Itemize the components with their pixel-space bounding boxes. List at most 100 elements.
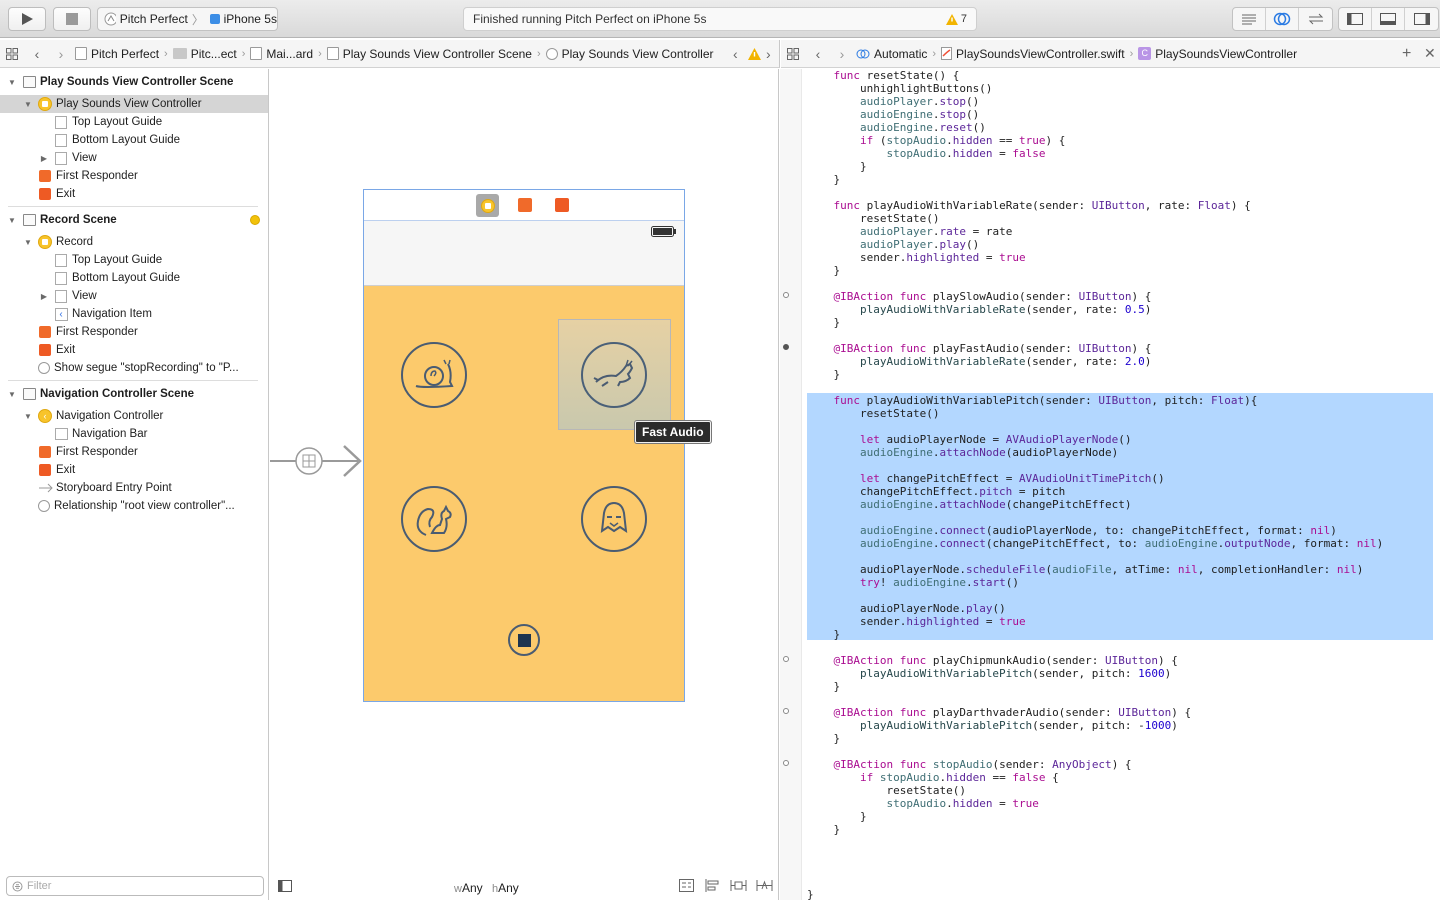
code-line[interactable]: audioPlayerNode.play() — [807, 602, 1439, 615]
embed-in-stack-icon[interactable] — [679, 879, 694, 892]
code-line[interactable]: } — [807, 160, 1439, 173]
code-line[interactable] — [807, 459, 1439, 472]
warning-icon[interactable] — [748, 48, 761, 60]
breadcrumb-project[interactable]: Pitch Perfect — [72, 47, 162, 61]
code-line[interactable]: resetState() — [807, 784, 1439, 797]
filter-field[interactable]: Filter — [6, 876, 264, 896]
code-line[interactable]: } — [807, 628, 1439, 641]
breadcrumb-swift-file[interactable]: PlaySoundsViewController.swift — [938, 47, 1128, 61]
code-line[interactable]: } — [807, 264, 1439, 277]
outline-row-item[interactable]: Relationship "root view controller"... — [0, 497, 268, 515]
storyboard-canvas[interactable]: wAny hAny — [270, 69, 779, 900]
outline-row-item[interactable]: First Responder — [0, 167, 268, 185]
code-line[interactable] — [807, 589, 1439, 602]
code-line[interactable]: changePitchEffect.pitch = pitch — [807, 485, 1439, 498]
code-line[interactable] — [807, 550, 1439, 563]
disclosure-triangle-icon[interactable]: ▼ — [23, 412, 33, 421]
forward-button[interactable]: › — [50, 46, 72, 62]
outline-row-scene[interactable]: ▼ Play Sounds View Controller Scene — [0, 73, 268, 91]
darthvader-audio-button[interactable] — [581, 486, 647, 552]
code-line[interactable]: audioPlayer.rate = rate — [807, 225, 1439, 238]
stop-audio-button[interactable] — [508, 624, 540, 656]
outline-row-item[interactable]: Show segue "stopRecording" to "P... — [0, 359, 268, 377]
outline-row-item[interactable]: Exit — [0, 341, 268, 359]
code-line[interactable]: sender.highlighted = true — [807, 251, 1439, 264]
view-controller-icon[interactable] — [476, 194, 499, 217]
code-line[interactable]: audioEngine.attachNode(changePitchEffect… — [807, 498, 1439, 511]
code-line[interactable]: } — [807, 368, 1439, 381]
code-line[interactable]: audioEngine.connect(changePitchEffect, t… — [807, 537, 1439, 550]
breadcrumb-automatic[interactable]: Automatic — [853, 47, 930, 61]
code-line[interactable]: playAudioWithVariablePitch(sender, pitch… — [807, 719, 1439, 732]
scheme-selector[interactable]: Pitch Perfect 〉 iPhone 5s — [97, 7, 278, 31]
disclosure-triangle-icon[interactable]: ▶ — [39, 292, 49, 301]
code-line[interactable] — [807, 420, 1439, 433]
code-line[interactable]: } — [807, 823, 1439, 836]
code-line[interactable]: audioEngine.reset() — [807, 121, 1439, 134]
code-line[interactable] — [807, 862, 1439, 875]
disclosure-triangle-icon[interactable]: ▼ — [23, 100, 33, 109]
source-code[interactable]: func resetState() { unhighlightButtons()… — [807, 69, 1439, 901]
size-class-control[interactable]: wAny hAny — [454, 881, 519, 895]
outline-row-controller[interactable]: ▼ Record — [0, 233, 268, 251]
version-editor-button[interactable] — [1299, 8, 1332, 30]
code-line[interactable]: } — [807, 888, 1439, 901]
breadcrumb-controller[interactable]: Play Sounds View Controller — [543, 47, 717, 61]
code-line[interactable]: resetState() — [807, 212, 1439, 225]
first-responder-icon[interactable] — [518, 198, 532, 212]
code-line[interactable] — [807, 186, 1439, 199]
add-editor-button[interactable]: + — [1402, 45, 1411, 63]
entry-point-arrow[interactable] — [270, 444, 365, 480]
ibaction-connection-icon[interactable] — [783, 656, 789, 662]
code-line[interactable]: playAudioWithVariableRate(sender, rate: … — [807, 303, 1439, 316]
code-line[interactable]: func resetState() { — [807, 69, 1439, 82]
code-line[interactable]: } — [807, 173, 1439, 186]
code-line[interactable]: } — [807, 680, 1439, 693]
code-line[interactable]: playAudioWithVariableRate(sender, rate: … — [807, 355, 1439, 368]
code-line[interactable]: let audioPlayerNode = AVAudioPlayerNode(… — [807, 433, 1439, 446]
ibaction-connection-icon[interactable] — [783, 760, 789, 766]
pin-icon[interactable] — [730, 879, 747, 892]
standard-editor-button[interactable] — [1233, 8, 1266, 30]
outline-row-controller[interactable]: ▼ Play Sounds View Controller — [0, 95, 268, 113]
related-items-button[interactable] — [0, 47, 24, 60]
outline-row-item[interactable]: First Responder — [0, 443, 268, 461]
disclosure-triangle-icon[interactable]: ▼ — [7, 216, 17, 225]
outline-row-item[interactable]: Bottom Layout Guide — [0, 131, 268, 149]
toggle-navigator-button[interactable] — [1339, 8, 1372, 30]
code-line[interactable] — [807, 641, 1439, 654]
forward-button[interactable]: › — [831, 46, 853, 62]
ibaction-connection-icon[interactable] — [783, 708, 789, 714]
code-line[interactable]: unhighlightButtons() — [807, 82, 1439, 95]
outline-row-item[interactable]: Storyboard Entry Point — [0, 479, 268, 497]
code-line[interactable]: audioPlayer.stop() — [807, 95, 1439, 108]
code-line[interactable]: @IBAction func playDarthvaderAudio(sende… — [807, 706, 1439, 719]
stop-button[interactable] — [53, 7, 91, 31]
issue-forward-button[interactable]: › — [766, 46, 771, 62]
outline-row-scene[interactable]: ▼ Record Scene — [0, 211, 268, 229]
assistant-editor-button[interactable] — [1266, 8, 1299, 30]
run-button[interactable] — [8, 7, 46, 31]
code-line[interactable] — [807, 836, 1439, 849]
code-line[interactable] — [807, 381, 1439, 394]
code-line[interactable]: stopAudio.hidden = true — [807, 797, 1439, 810]
warning-indicator[interactable]: 7 — [945, 13, 967, 25]
breadcrumb-storyboard[interactable]: Mai...ard — [247, 47, 316, 61]
code-line[interactable]: try! audioEngine.start() — [807, 576, 1439, 589]
disclosure-triangle-icon[interactable]: ▶ — [39, 154, 49, 163]
code-line[interactable] — [807, 849, 1439, 862]
ibaction-connection-icon[interactable] — [783, 292, 789, 298]
ibaction-connection-icon[interactable] — [783, 344, 789, 350]
outline-row-item[interactable]: Bottom Layout Guide — [0, 269, 268, 287]
code-line[interactable]: } — [807, 732, 1439, 745]
outline-row-item[interactable]: Exit — [0, 461, 268, 479]
toggle-outline-icon[interactable] — [278, 880, 292, 892]
play-sounds-scene[interactable] — [363, 189, 685, 702]
code-line[interactable]: sender.highlighted = true — [807, 615, 1439, 628]
disclosure-triangle-icon[interactable]: ▼ — [23, 238, 33, 247]
slow-audio-button[interactable] — [401, 342, 467, 408]
outline-row-item[interactable]: Top Layout Guide — [0, 113, 268, 131]
outline-row-item[interactable]: Exit — [0, 185, 268, 203]
code-line[interactable] — [807, 745, 1439, 758]
code-line[interactable]: stopAudio.hidden = false — [807, 147, 1439, 160]
